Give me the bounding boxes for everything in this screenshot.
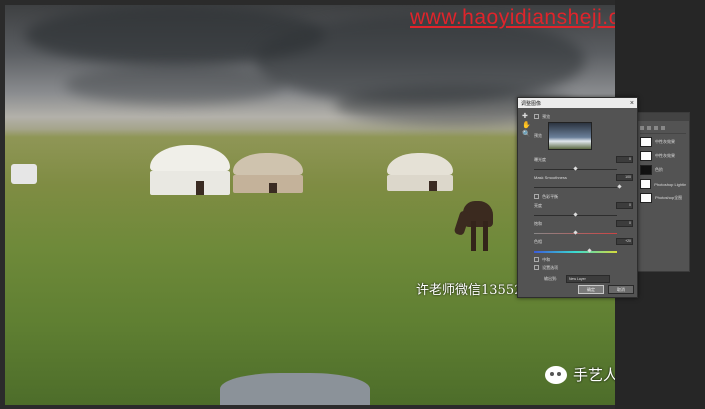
dialog-title: 调整图像	[521, 100, 542, 107]
layer-row[interactable]: 中性灰效果	[640, 150, 686, 162]
output-settings-label: 设置选项	[542, 265, 559, 270]
neutralize-row: 中和	[534, 257, 633, 263]
saturation-slider[interactable]	[534, 230, 633, 236]
exposure-value-input[interactable]: 0	[616, 156, 633, 163]
brightness-input[interactable]: 0	[616, 202, 633, 209]
layer-name: Photoshop Lighting	[654, 181, 686, 187]
output-settings-toggle[interactable]	[534, 265, 539, 271]
stream	[220, 373, 370, 405]
exposure-slider[interactable]	[534, 166, 633, 172]
preview-thumbnail	[548, 122, 592, 150]
section-checkbox[interactable]	[534, 114, 539, 120]
hue-slider[interactable]	[534, 248, 633, 254]
output-settings-row: 设置选项	[534, 265, 633, 271]
layer-row[interactable]: Photoshop全图	[640, 192, 686, 204]
color-balance-section: 色彩平衡	[534, 194, 633, 200]
layers-panel: 中性灰效果 中性灰效果 色阶 Photoshop Lighting Photos…	[636, 112, 690, 272]
zoom-icon[interactable]: 🔍	[522, 130, 531, 139]
layer-row[interactable]: 中性灰效果	[640, 136, 686, 148]
mask-icon[interactable]	[661, 126, 665, 130]
neutralize-label: 中和	[542, 257, 551, 262]
exposure-row: 曝光度 0	[534, 156, 633, 164]
layer-row[interactable]: 色阶	[640, 164, 686, 176]
field-label: 色相	[534, 239, 542, 244]
close-icon[interactable]: ×	[630, 100, 634, 107]
dialog-body: 预览 预览 曝光度 0 Mask Smoothness 100 色彩平衡 亮度 …	[534, 110, 633, 283]
layers-toolbar	[640, 123, 686, 134]
neutralize-checkbox[interactable]	[534, 257, 539, 263]
field-label: 饱和	[534, 221, 542, 226]
hand-icon[interactable]: ✋	[522, 121, 531, 130]
layer-name: 中性灰效果	[655, 139, 675, 144]
section-title: 预览	[542, 114, 551, 119]
layer-name: 色阶	[655, 167, 663, 172]
saturation-row: 饱和 0	[534, 220, 633, 228]
fx-icon[interactable]	[654, 126, 658, 130]
layer-name: 中性灰效果	[655, 153, 675, 158]
dialog-tools: ✚ ✋ 🔍	[522, 112, 531, 139]
layer-thumbnail	[640, 137, 652, 147]
dialog-titlebar[interactable]: 调整图像 ×	[518, 98, 637, 108]
ok-button[interactable]: 确定	[578, 285, 604, 294]
brightness-row: 亮度 0	[534, 202, 633, 210]
layer-thumbnail	[640, 151, 652, 161]
screen: www.haoyidiansheji.com 许老师微信13552695741 …	[0, 0, 705, 409]
output-to-label: 输出到:	[544, 276, 558, 281]
field-label: 亮度	[534, 203, 542, 208]
yurt	[233, 153, 303, 193]
mask-smoothness-slider[interactable]	[534, 184, 633, 190]
brightness-slider[interactable]	[534, 212, 633, 218]
cancel-button[interactable]: 取消	[608, 285, 634, 294]
layer-name: Photoshop全图	[655, 195, 683, 200]
wechat-icon	[545, 365, 567, 384]
preview-row: 预览	[534, 122, 633, 150]
dialog-buttons: 确定 取消	[578, 285, 634, 294]
lock-icon[interactable]	[647, 126, 651, 130]
car	[11, 164, 37, 184]
output-to-row: 输出到: New Layer	[534, 275, 633, 283]
yurt	[387, 153, 453, 191]
layer-thumbnail	[640, 179, 652, 189]
adjust-image-dialog: 调整图像 × ✚ ✋ 🔍 预览 预览 曝光度 0 Mask Smoothness…	[517, 97, 638, 298]
section-header: 预览	[534, 114, 633, 120]
mask-smoothness-input[interactable]: 100	[616, 174, 633, 181]
horse	[463, 201, 493, 251]
yurt	[150, 145, 230, 195]
saturation-input[interactable]: 0	[616, 220, 633, 227]
hue-row: 色相 +20	[534, 238, 633, 246]
mask-smoothness-row: Mask Smoothness 100	[534, 174, 633, 182]
output-to-select[interactable]: New Layer	[566, 275, 610, 283]
field-label: Mask Smoothness	[534, 175, 567, 180]
layer-thumbnail	[640, 193, 652, 203]
cloud	[65, 65, 285, 105]
layer-row[interactable]: Photoshop Lighting	[640, 178, 686, 190]
color-balance-checkbox[interactable]	[534, 194, 539, 200]
watermark-url: www.haoyidiansheji.com	[410, 6, 650, 29]
layer-thumbnail	[640, 165, 652, 175]
section-title: 色彩平衡	[542, 194, 559, 199]
add-point-icon[interactable]: ✚	[522, 112, 530, 121]
filter-icon[interactable]	[640, 126, 644, 130]
field-label: 曝光度	[534, 157, 546, 162]
hue-input[interactable]: +20	[616, 238, 633, 245]
layers-panel-header[interactable]	[637, 113, 689, 121]
preview-label: 预览	[534, 133, 542, 138]
